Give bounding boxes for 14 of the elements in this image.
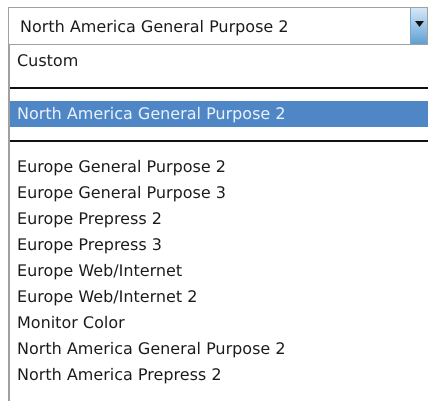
caret-icon — [414, 21, 424, 27]
list-option[interactable]: Monitor Color — [10, 310, 428, 336]
list-option[interactable]: North America Prepress 2 — [10, 362, 428, 388]
list-option[interactable]: Custom — [10, 48, 428, 74]
dropdown-button[interactable] — [410, 8, 427, 44]
list-option[interactable]: Europe Prepress 3 — [10, 232, 428, 258]
list-option[interactable]: Europe General Purpose 3 — [10, 180, 428, 206]
selected-value: North America General Purpose 2 — [19, 16, 290, 38]
list-option[interactable]: North America General Purpose 2 — [10, 336, 428, 362]
list-option[interactable]: Europe Web/Internet 2 — [10, 284, 428, 310]
list-option[interactable]: Europe Web/Internet — [10, 258, 428, 284]
list-option[interactable]: Europe General Purpose 2 — [10, 154, 428, 180]
dropdown-field[interactable]: North America General Purpose 2 — [8, 7, 428, 45]
list-option[interactable]: Europe Prepress 2 — [10, 206, 428, 232]
